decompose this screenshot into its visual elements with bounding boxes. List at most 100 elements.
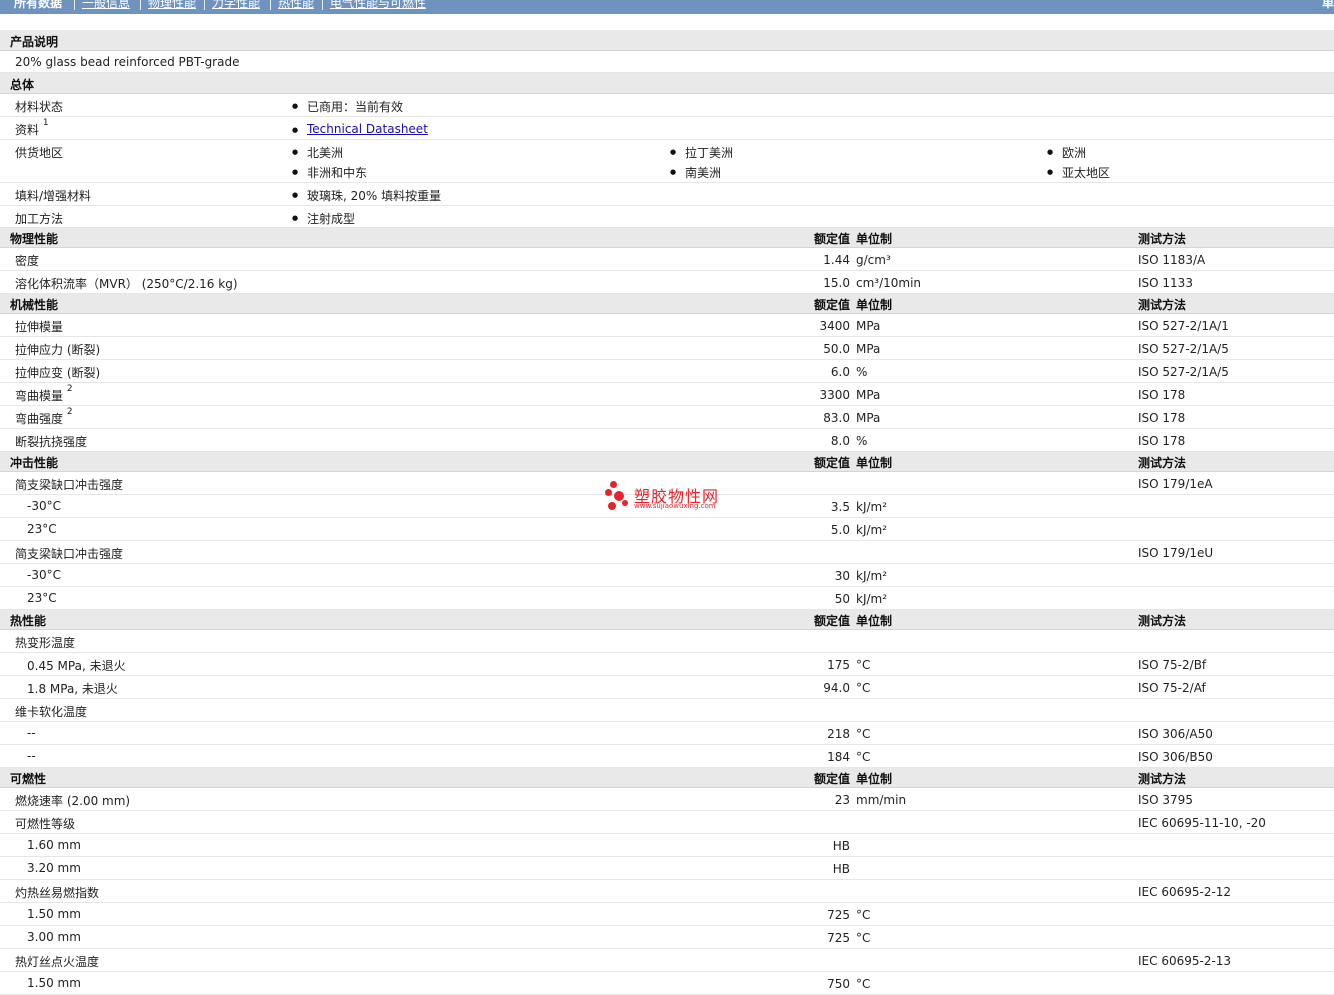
property-test-method: IEC 60695-2-13 bbox=[1138, 954, 1232, 968]
property-row: 23°C 50 kJ/m² bbox=[0, 587, 1334, 610]
property-test-method: IEC 60695-11-10, -20 bbox=[1138, 816, 1266, 830]
property-row: 弯曲强度 2 83.0 MPa ISO 178 bbox=[0, 406, 1334, 429]
tab-electrical-flammability[interactable]: 电气性能与可燃性 bbox=[330, 0, 426, 10]
material-status-label: 材料状态 bbox=[15, 100, 64, 114]
property-row: 燃烧速率 (2.00 mm) 23 mm/min ISO 3795 bbox=[0, 788, 1334, 811]
tab-all-data[interactable]: 所有数据 bbox=[14, 0, 62, 10]
resources-row: 资料 1 Technical Datasheet bbox=[0, 117, 1334, 140]
property-label: 弯曲模量 2 bbox=[15, 384, 73, 404]
property-test-method: ISO 75-2/Bf bbox=[1138, 658, 1207, 672]
property-unit: MPa bbox=[856, 411, 881, 425]
property-label-text: 1.8 MPa, 未退火 bbox=[27, 682, 118, 696]
property-row: 1.50 mm 725 °C bbox=[0, 903, 1334, 926]
property-row: 拉伸应力 (断裂) 50.0 MPa ISO 527-2/1A/5 bbox=[0, 337, 1334, 360]
property-row: 23°C 5.0 kJ/m² bbox=[0, 518, 1334, 541]
property-label: 灼热丝易燃指数 bbox=[15, 884, 99, 901]
property-row: 0.45 MPa, 未退火 175 °C ISO 75-2/Bf bbox=[0, 653, 1334, 676]
property-row: 热灯丝点火温度 IEC 60695-2-13 bbox=[0, 949, 1334, 972]
header-test-method: 测试方法 bbox=[1138, 456, 1187, 470]
property-label: 热灯丝点火温度 bbox=[15, 953, 99, 970]
property-value: 184 bbox=[827, 750, 850, 764]
process-row: 加工方法 注射成型 bbox=[0, 206, 1334, 228]
property-value: 50 bbox=[834, 592, 850, 606]
property-test-method: ISO 306/A50 bbox=[1138, 727, 1213, 741]
section-general: 总体 bbox=[0, 73, 1334, 94]
property-test-method: IEC 60695-2-12 bbox=[1138, 885, 1232, 899]
tab-mechanical[interactable]: 力学性能 bbox=[212, 0, 260, 10]
property-unit: cm³/10min bbox=[856, 276, 922, 290]
header-nominal-value: 额定值 bbox=[813, 298, 850, 312]
footnote-marker: 2 bbox=[66, 407, 73, 417]
section-physical: 物理性能 额定值 单位制 测试方法 bbox=[0, 228, 1334, 248]
supply-region-item: 欧洲 bbox=[1047, 144, 1086, 161]
property-label-text: 热变形温度 bbox=[15, 636, 76, 650]
property-value: 725 bbox=[827, 908, 850, 922]
property-label-text: -- bbox=[27, 749, 36, 763]
property-label: 1.60 mm bbox=[27, 838, 81, 852]
material-status-value: 已商用：当前有效 bbox=[292, 98, 403, 115]
property-value: 50.0 bbox=[823, 342, 850, 356]
header-nominal-value: 额定值 bbox=[813, 614, 850, 628]
nav-right-label[interactable]: 单 bbox=[1322, 0, 1334, 10]
property-label: 溶化体积流率（MVR） (250°C/2.16 kg) bbox=[15, 275, 238, 292]
material-status-row: 材料状态 已商用：当前有效 bbox=[0, 94, 1334, 117]
property-label-text: 23°C bbox=[27, 522, 57, 536]
property-label: 3.20 mm bbox=[27, 861, 81, 875]
property-row: 1.60 mm HB bbox=[0, 834, 1334, 857]
property-unit: MPa bbox=[856, 388, 881, 402]
supply-region-label: 供货地区 bbox=[15, 146, 64, 160]
tab-thermal[interactable]: 热性能 bbox=[278, 0, 314, 10]
nav-divider bbox=[270, 0, 271, 10]
property-label-text: 燃烧速率 (2.00 mm) bbox=[15, 794, 131, 808]
section-title: 热性能 bbox=[10, 614, 47, 628]
property-label: 燃烧速率 (2.00 mm) bbox=[15, 792, 130, 809]
tab-physical[interactable]: 物理性能 bbox=[148, 0, 196, 10]
section-title: 总体 bbox=[10, 78, 35, 92]
property-label-text: 弯曲模量 bbox=[15, 389, 64, 403]
property-label-text: 3.00 mm bbox=[27, 930, 81, 944]
supply-region-item: 拉丁美洲 bbox=[670, 144, 733, 161]
tab-general-info[interactable]: 一般信息 bbox=[82, 0, 130, 10]
property-value: 218 bbox=[827, 727, 850, 741]
property-label: 23°C bbox=[27, 591, 57, 605]
property-label: 拉伸应变 (断裂) bbox=[15, 364, 100, 381]
process-label: 加工方法 bbox=[15, 212, 64, 226]
property-test-method: ISO 178 bbox=[1138, 434, 1186, 448]
supply-region-item: 非洲和中东 bbox=[292, 164, 367, 181]
property-unit: °C bbox=[856, 681, 871, 695]
property-row: -- 218 °C ISO 306/A50 bbox=[0, 722, 1334, 745]
property-label: 3.00 mm bbox=[27, 930, 81, 944]
property-test-method: ISO 3795 bbox=[1138, 793, 1193, 807]
property-test-method: ISO 179/1eU bbox=[1138, 546, 1214, 560]
section-flammability: 可燃性 额定值 单位制 测试方法 bbox=[0, 768, 1334, 788]
property-label-text: 弯曲强度 bbox=[15, 412, 64, 426]
property-label-text: 23°C bbox=[27, 591, 57, 605]
property-row: 3.20 mm HB bbox=[0, 857, 1334, 880]
property-label: 1.50 mm bbox=[27, 907, 81, 921]
header-unit: 单位制 bbox=[856, 614, 893, 628]
property-label-text: 热灯丝点火温度 bbox=[15, 955, 100, 969]
property-row: -- 184 °C ISO 306/B50 bbox=[0, 745, 1334, 768]
property-label: 断裂抗挠强度 bbox=[15, 433, 87, 450]
supply-region-row: 供货地区 北美洲 拉丁美洲 欧洲 非洲和中东 南美洲 亚太地区 bbox=[0, 140, 1334, 183]
property-test-method: ISO 178 bbox=[1138, 388, 1186, 402]
header-unit: 单位制 bbox=[856, 298, 893, 312]
supply-region-item: 亚太地区 bbox=[1047, 164, 1110, 181]
resources-label: 资料 1 bbox=[15, 118, 49, 137]
section-title: 机械性能 bbox=[10, 298, 59, 312]
technical-datasheet-link[interactable]: Technical Datasheet bbox=[292, 122, 428, 136]
section-title: 物理性能 bbox=[10, 232, 59, 246]
property-value: 5.0 bbox=[830, 523, 850, 537]
property-row: 密度 1.44 g/cm³ ISO 1183/A bbox=[0, 248, 1334, 271]
section-title: 冲击性能 bbox=[10, 456, 59, 470]
property-row: 拉伸应变 (断裂) 6.0% ISO 527-2/1A/5 bbox=[0, 360, 1334, 383]
property-value: 30 bbox=[834, 569, 850, 583]
property-label: 1.50 mm bbox=[27, 976, 81, 990]
property-value: 750 bbox=[827, 977, 850, 991]
property-label: 1.8 MPa, 未退火 bbox=[27, 680, 118, 697]
property-label-text: 简支梁缺口冲击强度 bbox=[15, 478, 124, 492]
property-unit: kJ/m² bbox=[856, 569, 888, 583]
property-row: 可燃性等级 IEC 60695-11-10, -20 bbox=[0, 811, 1334, 834]
property-test-method: ISO 527-2/1A/5 bbox=[1138, 365, 1229, 379]
property-row: 弯曲模量 2 3300 MPa ISO 178 bbox=[0, 383, 1334, 406]
